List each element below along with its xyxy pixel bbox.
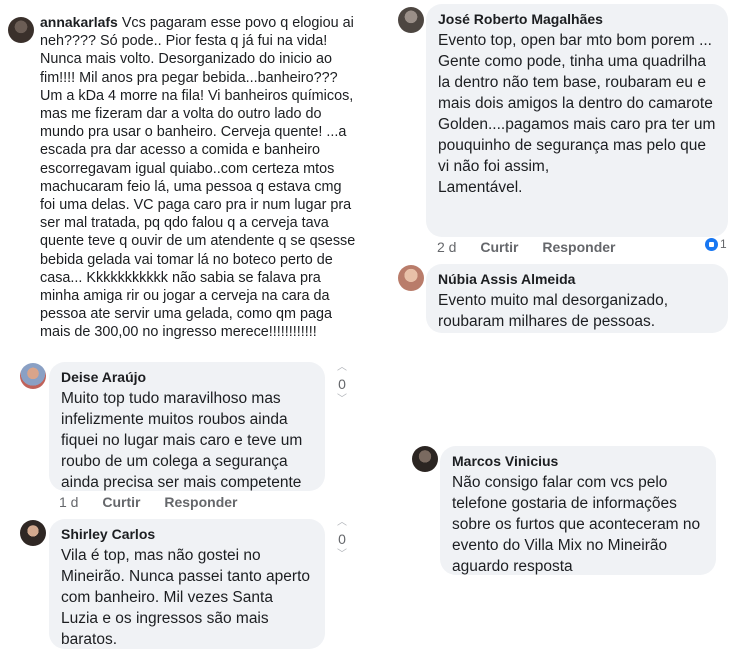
reply-button[interactable]: Responder <box>542 239 615 255</box>
comment-text: Vcs pagaram esse povo q elogiou ai neh??… <box>40 15 356 341</box>
comment-time[interactable]: 2 d <box>437 239 456 255</box>
vote-count: 0 <box>338 531 346 547</box>
comment-author[interactable]: Deise Araújo <box>61 369 313 385</box>
comment-marcos: Marcos Vinicius Não consigo falar com vc… <box>440 446 716 575</box>
up-caret-icon[interactable]: ︿ <box>332 362 352 374</box>
avatar-shirley[interactable] <box>20 520 46 546</box>
comment-time[interactable]: 1 d <box>59 494 78 510</box>
comment-shirley: Shirley Carlos Vila é top, mas não goste… <box>49 519 325 649</box>
reaction-count: 1 <box>720 237 727 251</box>
vote-widget: ︿ 0 ﹀ <box>332 517 352 561</box>
like-button[interactable]: Curtir <box>102 494 140 510</box>
like-reaction-icon <box>705 237 718 251</box>
comment-text: Vila é top, mas não gostei no Mineirão. … <box>61 547 311 648</box>
comment-author[interactable]: Shirley Carlos <box>61 526 313 542</box>
avatar-jose-roberto[interactable] <box>398 7 424 33</box>
up-caret-icon[interactable]: ︿ <box>332 517 352 529</box>
reaction-summary[interactable]: 1 <box>705 237 727 251</box>
comment-deise: Deise Araújo Muito top tudo maravilhoso … <box>49 362 325 491</box>
comment-actions: 2 d Curtir Responder <box>437 239 636 255</box>
vote-widget: ︿ 0 ﹀ <box>332 362 352 406</box>
comment-actions: 1 d Curtir Responder <box>59 494 258 510</box>
down-caret-icon[interactable]: ﹀ <box>332 549 352 561</box>
comment-jose-roberto: José Roberto Magalhães Evento top, open … <box>426 4 728 237</box>
comment-author[interactable]: Núbia Assis Almeida <box>438 271 716 287</box>
comment-annakarlafs: annakarlafs Vcs pagaram esse povo q elog… <box>40 13 360 342</box>
comment-author[interactable]: José Roberto Magalhães <box>438 11 716 27</box>
vote-count: 0 <box>338 376 346 392</box>
comment-text: Evento muito mal desorganizado, roubaram… <box>438 292 669 330</box>
comment-text: Não consigo falar com vcs pelo telefone … <box>452 474 701 575</box>
comment-author[interactable]: Marcos Vinicius <box>452 453 704 469</box>
comment-text: Evento top, open bar mto bom porem ... G… <box>438 32 716 196</box>
reply-button[interactable]: Responder <box>164 494 237 510</box>
like-button[interactable]: Curtir <box>480 239 518 255</box>
avatar-marcos[interactable] <box>412 446 438 472</box>
comment-text: Muito top tudo maravilhoso mas infelizme… <box>61 390 303 491</box>
avatar-nubia[interactable] <box>398 265 424 291</box>
comment-nubia: Núbia Assis Almeida Evento muito mal des… <box>426 264 728 333</box>
avatar-deise[interactable] <box>20 363 46 389</box>
down-caret-icon[interactable]: ﹀ <box>332 394 352 406</box>
comment-author[interactable]: annakarlafs <box>40 14 118 30</box>
avatar-annakarlafs[interactable] <box>8 17 34 43</box>
